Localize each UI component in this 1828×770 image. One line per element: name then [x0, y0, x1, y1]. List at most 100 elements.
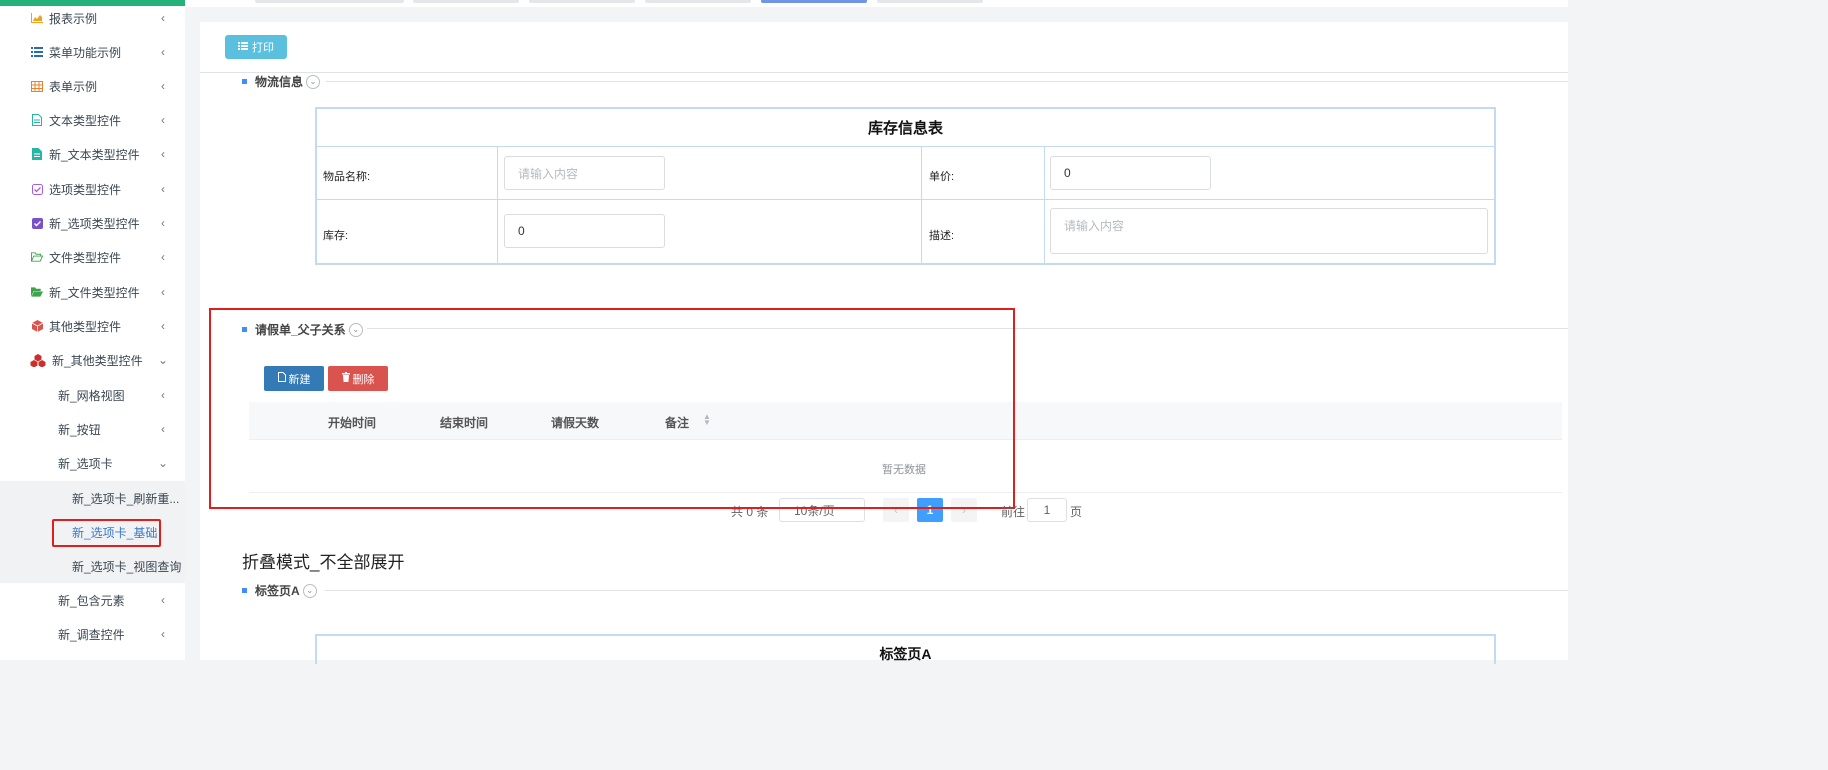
folder-open-icon [31, 286, 43, 298]
sidebar-item-menu-examples[interactable]: 菜单功能示例 ‹ [0, 35, 185, 69]
item-name-input[interactable]: 请输入内容 [504, 156, 665, 190]
pager-goto-input[interactable]: 1 [1027, 498, 1067, 522]
tab-active[interactable] [761, 0, 867, 3]
price-label: 单价: [929, 171, 955, 183]
print-button[interactable]: 打印 [225, 35, 287, 59]
sidebar-item-label: 新_按钮 [58, 422, 101, 437]
tab-strip [185, 0, 1568, 7]
sidebar-item-label: 新_其他类型控件 [52, 353, 143, 368]
sidebar-item-form-examples[interactable]: 表单示例 ‹ [0, 69, 185, 103]
sidebar-item-label: 选项类型控件 [49, 182, 122, 197]
list-icon [31, 46, 43, 58]
section-title-text: 标签页A [255, 584, 300, 598]
section-title-tab-a[interactable]: 标签页A ⌄ [242, 582, 317, 599]
pager-goto-label: 前往 [1001, 505, 1026, 519]
sidebar-item-label: 新_选项卡_视图查询 [72, 559, 182, 574]
bullet-icon [242, 79, 247, 84]
sidebar-item-label: 报表示例 [49, 11, 98, 26]
tab[interactable] [413, 0, 519, 3]
section-title-logistics[interactable]: 物流信息 ⌄ [242, 73, 321, 90]
chevron-left-icon: ‹ [161, 11, 165, 25]
chevron-left-icon: ‹ [161, 113, 165, 127]
sidebar-item-label: 文本类型控件 [49, 113, 122, 128]
collapse-toggle-icon[interactable]: ⌄ [302, 583, 317, 598]
pager-page-label: 页 [1070, 505, 1083, 519]
stock-label: 库存: [323, 230, 349, 242]
table-icon [31, 80, 43, 92]
chevron-left-icon: ‹ [161, 45, 165, 59]
chevron-left-icon: ‹ [161, 388, 165, 402]
cubes-icon [30, 353, 46, 367]
item-name-label: 物品名称: [323, 171, 371, 183]
sidebar-item-tabs-view-query[interactable]: 新_选项卡_视图查询 [0, 549, 185, 583]
sidebar-item-new-survey-controls[interactable]: 新_调查控件 ‹ [0, 617, 185, 651]
description-textarea[interactable]: 请输入内容 [1050, 208, 1488, 254]
tab-a-table-title: 标签页A [879, 646, 932, 662]
column-divider [497, 147, 498, 265]
fold-mode-title: 折叠模式_不全部展开 [242, 553, 405, 572]
chevron-left-icon: ‹ [161, 216, 165, 230]
sidebar-item-label: 新_文本类型控件 [49, 147, 140, 162]
bullet-icon [242, 588, 247, 593]
section-title-text: 物流信息 [255, 75, 304, 89]
sidebar-item-new-tabs[interactable]: 新_选项卡 ⌄ [0, 446, 185, 480]
folder-open-outline-icon [31, 251, 43, 263]
sidebar-item-label: 新_选项卡_刷新重... [72, 491, 180, 506]
cube-icon [31, 320, 43, 332]
chevron-left-icon: ‹ [161, 319, 165, 333]
chevron-left-icon: ‹ [161, 182, 165, 196]
sidebar-item-label: 新_调查控件 [58, 627, 125, 642]
toolbar-divider [200, 72, 1568, 73]
section-divider [325, 590, 1568, 591]
section-divider [326, 81, 1568, 82]
file-icon [31, 148, 43, 160]
sidebar-item-text-controls[interactable]: 文本类型控件 ‹ [0, 103, 185, 137]
sidebar: 报表示例 ‹ 菜单功能示例 ‹ 表单示例 ‹ 文本类型控件 ‹ 新_文本类型控件… [0, 0, 185, 660]
stock-table-title: 库存信息表 [317, 109, 1494, 147]
price-input[interactable]: 0 [1050, 156, 1211, 190]
sidebar-item-label: 新_选项类型控件 [49, 216, 140, 231]
sidebar-item-report-examples[interactable]: 报表示例 ‹ [0, 1, 185, 35]
checkbox-outline-icon [31, 183, 43, 195]
sidebar-item-new-option-controls[interactable]: 新_选项类型控件 ‹ [0, 206, 185, 240]
sidebar-item-label: 新_选项卡 [58, 456, 113, 471]
chevron-down-icon: ⌄ [157, 353, 169, 367]
collapse-toggle-icon[interactable]: ⌄ [306, 74, 321, 89]
sidebar-item-label: 新_包含元素 [58, 593, 125, 608]
chevron-left-icon: ‹ [161, 593, 165, 607]
table-row [317, 147, 1494, 200]
sidebar-item-label: 新_文件类型控件 [49, 285, 140, 300]
sidebar-item-new-text-controls[interactable]: 新_文本类型控件 ‹ [0, 137, 185, 171]
print-button-label: 打印 [252, 42, 274, 54]
chevron-left-icon: ‹ [161, 627, 165, 641]
sidebar-item-label: 新_网格视图 [58, 388, 125, 403]
sidebar-item-new-grid-view[interactable]: 新_网格视图 ‹ [0, 378, 185, 412]
tab[interactable] [529, 0, 635, 3]
sidebar-item-option-controls[interactable]: 选项类型控件 ‹ [0, 172, 185, 206]
column-divider [921, 147, 922, 265]
sidebar-item-tabs-refresh[interactable]: 新_选项卡_刷新重... [0, 481, 185, 515]
tab[interactable] [298, 0, 404, 3]
chart-icon [31, 12, 43, 24]
sidebar-item-new-other-controls[interactable]: 新_其他类型控件 ⌄ [0, 343, 185, 377]
list-icon [238, 41, 248, 53]
sidebar-item-label: 其他类型控件 [49, 319, 122, 334]
chevron-left-icon: ‹ [161, 422, 165, 436]
chevron-left-icon: ‹ [161, 250, 165, 264]
selected-item-highlight [52, 519, 161, 547]
sidebar-item-new-contains-element[interactable]: 新_包含元素 ‹ [0, 583, 185, 617]
file-text-icon [31, 114, 43, 126]
sidebar-item-label: 文件类型控件 [49, 250, 122, 265]
sidebar-item-label: 菜单功能示例 [49, 45, 122, 60]
checkbox-filled-icon [31, 217, 43, 229]
sidebar-item-new-file-controls[interactable]: 新_文件类型控件 ‹ [0, 275, 185, 309]
sidebar-item-file-controls[interactable]: 文件类型控件 ‹ [0, 240, 185, 274]
sidebar-item-other-controls[interactable]: 其他类型控件 ‹ [0, 309, 185, 343]
chevron-left-icon: ‹ [161, 285, 165, 299]
sidebar-item-new-button[interactable]: 新_按钮 ‹ [0, 412, 185, 446]
stock-input[interactable]: 0 [504, 214, 665, 248]
chevron-down-icon: ⌄ [157, 456, 169, 470]
annotation-highlight-box [209, 308, 1015, 509]
tab[interactable] [645, 0, 751, 3]
tab[interactable] [877, 0, 983, 3]
